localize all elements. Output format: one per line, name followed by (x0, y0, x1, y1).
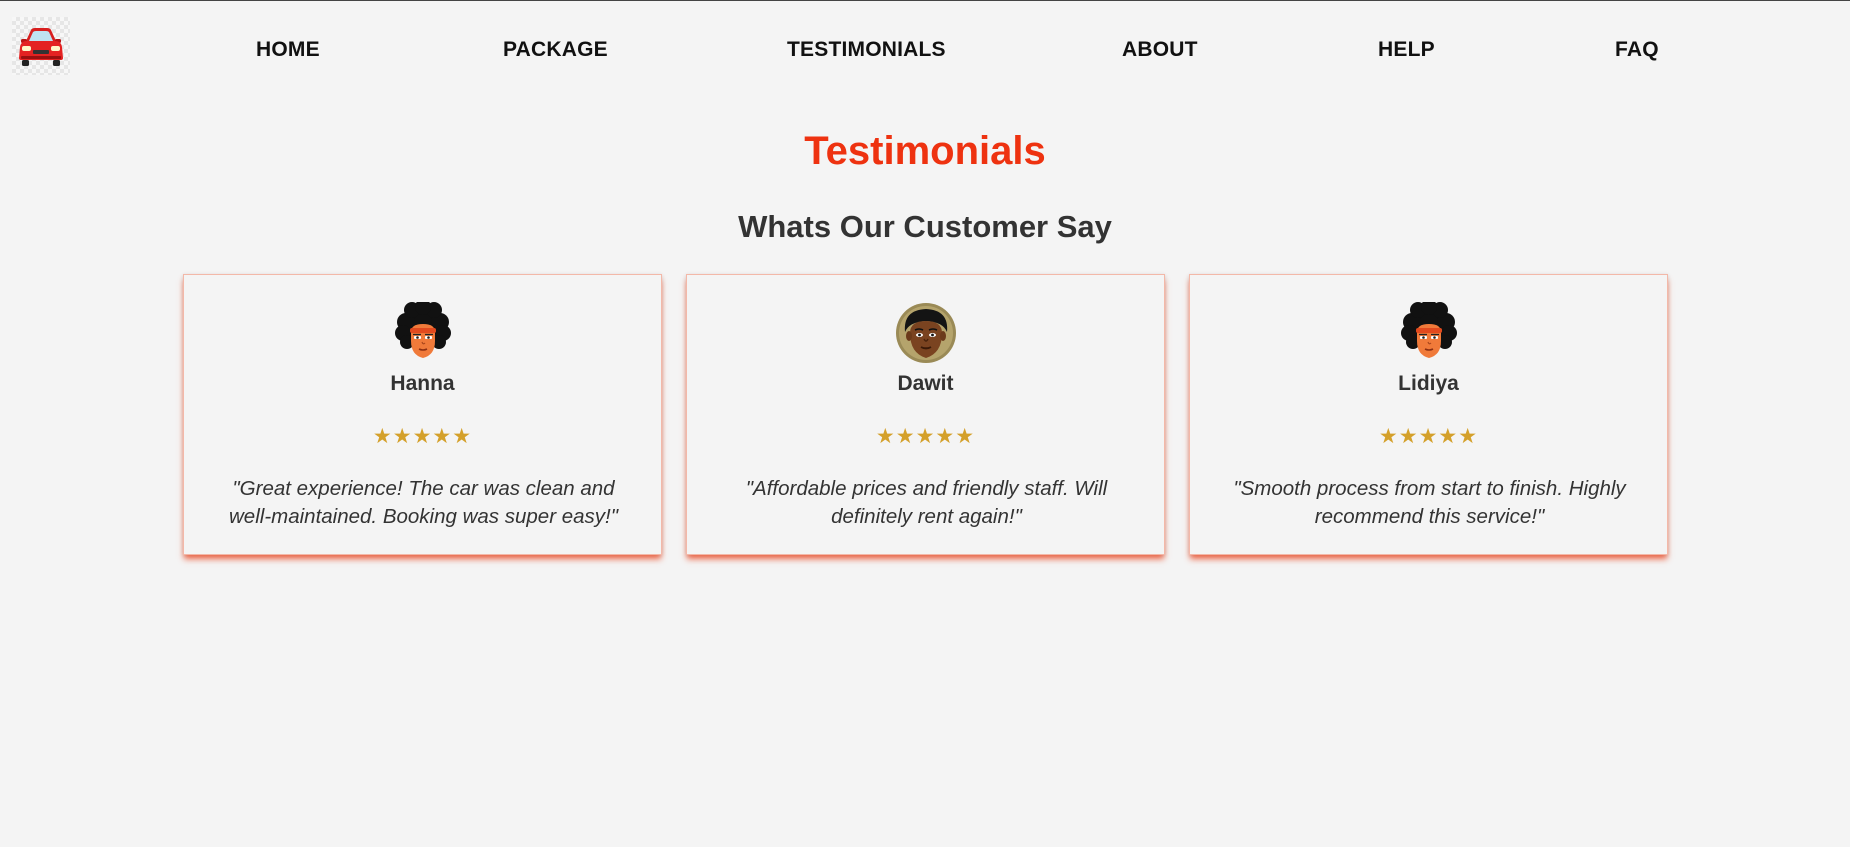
navbar: HOME PACKAGE TESTIMONIALS ABOUT HELP FAQ (0, 1, 1850, 97)
testimonial-quote: "Smooth process from start to finish. Hi… (1233, 477, 1626, 528)
testimonial-card-dawit: Dawit ★★★★★ "Affordable prices and frien… (686, 274, 1165, 555)
customer-name: Hanna (390, 372, 455, 395)
star-rating: ★★★★★ (372, 425, 473, 448)
red-car-icon (19, 28, 63, 66)
nav-package-link[interactable]: PACKAGE (503, 37, 608, 63)
avatar (1398, 302, 1460, 364)
man-avatar-icon (896, 303, 956, 363)
testimonial-card-hanna: Hanna ★★★★★ "Great experience! The car w… (183, 274, 662, 555)
avatar (895, 302, 957, 364)
star-rating: ★★★★★ (1378, 425, 1479, 448)
customer-name: Dawit (897, 372, 954, 395)
logo[interactable] (12, 17, 70, 75)
nav-faq-link[interactable]: FAQ (1615, 37, 1659, 63)
testimonial-quote: "Affordable prices and friendly staff. W… (745, 477, 1108, 528)
afro-woman-avatar-icon (395, 302, 451, 358)
nav-testimonials-link[interactable]: TESTIMONIALS (787, 37, 946, 63)
avatar (392, 302, 454, 364)
nav-home-link[interactable]: HOME (256, 37, 320, 63)
nav-about-link[interactable]: ABOUT (1122, 37, 1198, 63)
customer-name: Lidiya (1398, 372, 1459, 395)
testimonial-card-lidiya: Lidiya ★★★★★ "Smooth process from start … (1189, 274, 1668, 555)
testimonial-quote: "Great experience! The car was clean and… (229, 477, 618, 528)
nav-help-link[interactable]: HELP (1378, 37, 1435, 63)
afro-woman-avatar-icon (1401, 302, 1457, 358)
page-title: Testimonials (804, 129, 1046, 173)
page-subtitle: Whats Our Customer Say (738, 209, 1112, 244)
star-rating: ★★★★★ (875, 425, 976, 448)
